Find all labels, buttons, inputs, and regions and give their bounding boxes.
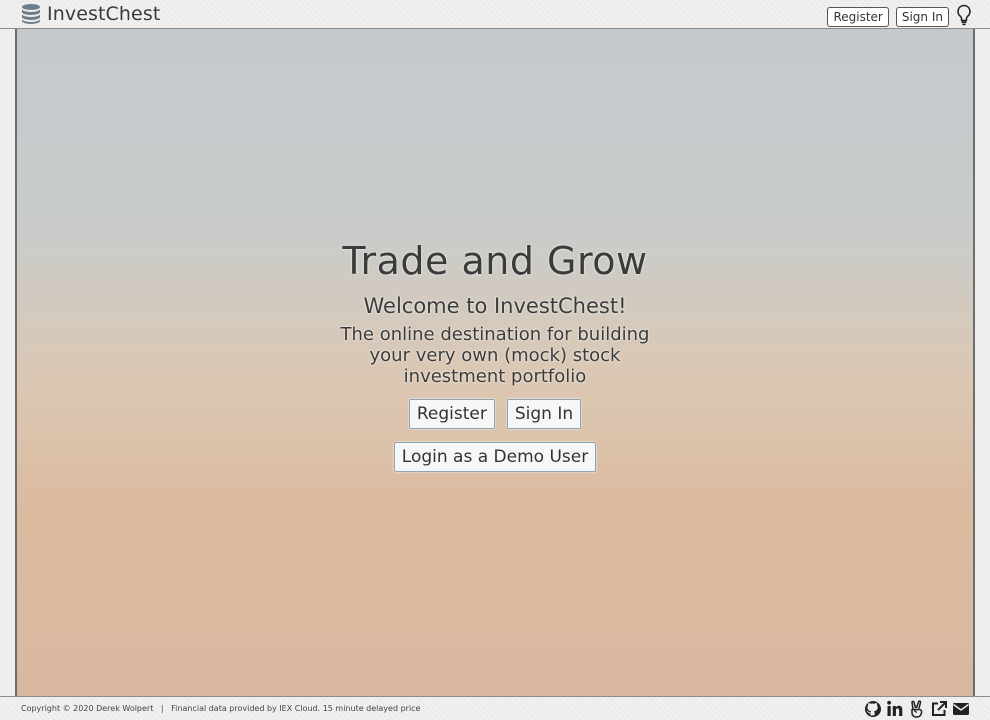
brand-name: InvestChest xyxy=(47,3,161,25)
hero-subtitle: Welcome to InvestChest! xyxy=(363,294,627,318)
lightbulb-icon[interactable] xyxy=(956,4,972,30)
hero-section: Trade and Grow Welcome to InvestChest! T… xyxy=(15,29,975,696)
external-link-icon[interactable] xyxy=(926,700,948,718)
brand-link[interactable]: InvestChest xyxy=(20,2,160,26)
footer-separator: | xyxy=(160,704,164,713)
footer: Copyright © 2020 Derek Wolpert | Financi… xyxy=(0,696,990,720)
hero-description: The online destination for building your… xyxy=(340,324,650,387)
database-coins-icon xyxy=(20,3,42,25)
hero-content: Trade and Grow Welcome to InvestChest! T… xyxy=(17,239,973,472)
nav-actions: Register Sign In xyxy=(820,4,972,30)
angellist-icon[interactable] xyxy=(904,700,926,718)
footer-data-note: Financial data provided by IEX Cloud. 15… xyxy=(171,704,421,713)
footer-social-links xyxy=(860,700,970,718)
hero-demo-row: Login as a Demo User xyxy=(17,442,973,472)
footer-text: Copyright © 2020 Derek Wolpert | Financi… xyxy=(21,704,420,713)
nav-signin-button[interactable]: Sign In xyxy=(895,7,949,27)
hero-auth-buttons: Register Sign In xyxy=(17,399,973,429)
envelope-icon[interactable] xyxy=(948,700,970,718)
footer-copyright: Copyright © 2020 Derek Wolpert xyxy=(21,704,154,713)
top-navbar: InvestChest Register Sign In xyxy=(0,0,990,29)
github-icon[interactable] xyxy=(860,700,882,718)
linkedin-icon[interactable] xyxy=(882,700,904,718)
demo-login-button[interactable]: Login as a Demo User xyxy=(393,442,597,472)
hero-register-button[interactable]: Register xyxy=(408,399,495,429)
hero-title: Trade and Grow xyxy=(342,239,648,283)
hero-signin-button[interactable]: Sign In xyxy=(506,399,582,429)
nav-register-button[interactable]: Register xyxy=(827,7,889,27)
